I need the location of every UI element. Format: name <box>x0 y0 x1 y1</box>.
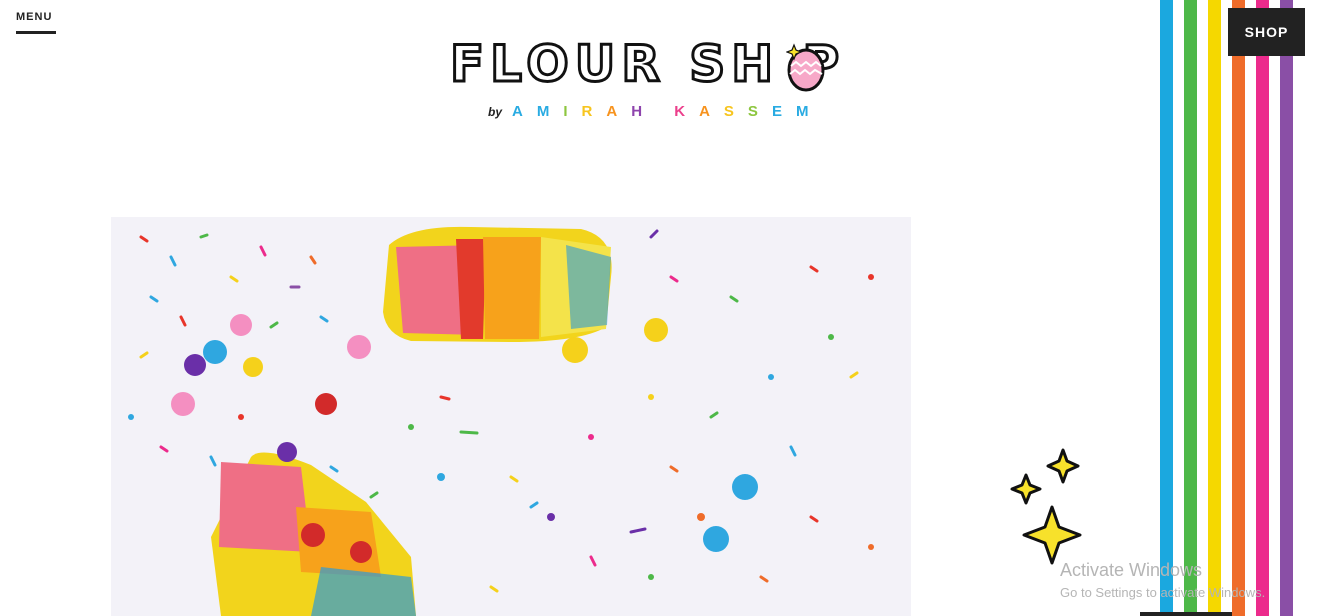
watermark-subtitle: Go to Settings to activate Windows. <box>1060 585 1266 600</box>
logo-letter: M <box>536 103 564 120</box>
rainbow-stripe <box>1232 0 1245 616</box>
menu-underline <box>16 31 56 34</box>
logo-letter: S <box>723 103 748 120</box>
logo-letter: I <box>563 103 582 120</box>
shop-button[interactable]: SHOP <box>1228 8 1305 56</box>
rainbow-stripe <box>1160 0 1173 616</box>
logo-letter: K <box>674 103 700 120</box>
rainbow-stripe <box>1208 0 1221 616</box>
logo-by: by <box>488 105 503 119</box>
rainbow-stripes <box>1160 0 1293 616</box>
windows-activation-watermark: Activate Windows Go to Settings to activ… <box>1060 560 1265 600</box>
rainbow-cake-sprinkles-photo <box>111 217 911 616</box>
logo-name-amirah-kassem: AMIRAH KASSEM <box>512 103 822 120</box>
logo-letter: A <box>699 103 724 120</box>
menu-button[interactable]: MENU <box>16 11 52 23</box>
logo-letter: H <box>631 103 657 120</box>
logo-letter <box>656 103 674 120</box>
logo-letter: M <box>795 103 823 120</box>
hero-image <box>111 217 911 616</box>
logo-letter: A <box>606 103 632 120</box>
sparkles-icon <box>1010 448 1082 565</box>
cake-slice-top <box>383 226 612 342</box>
logo-letter: E <box>771 103 796 120</box>
easter-egg-icon <box>786 43 825 92</box>
flour-shop-logo[interactable]: FLOUR SH P by AMIRAH KASSEM <box>448 35 874 126</box>
rainbow-stripe <box>1184 0 1197 616</box>
rainbow-stripe <box>1280 0 1293 616</box>
logo-letter: A <box>512 103 537 120</box>
logo-letter: S <box>747 103 772 120</box>
rainbow-stripe <box>1256 0 1269 616</box>
logo-letter: R <box>581 103 607 120</box>
watermark-title: Activate Windows <box>1060 560 1203 580</box>
bottom-bar <box>1140 612 1232 616</box>
